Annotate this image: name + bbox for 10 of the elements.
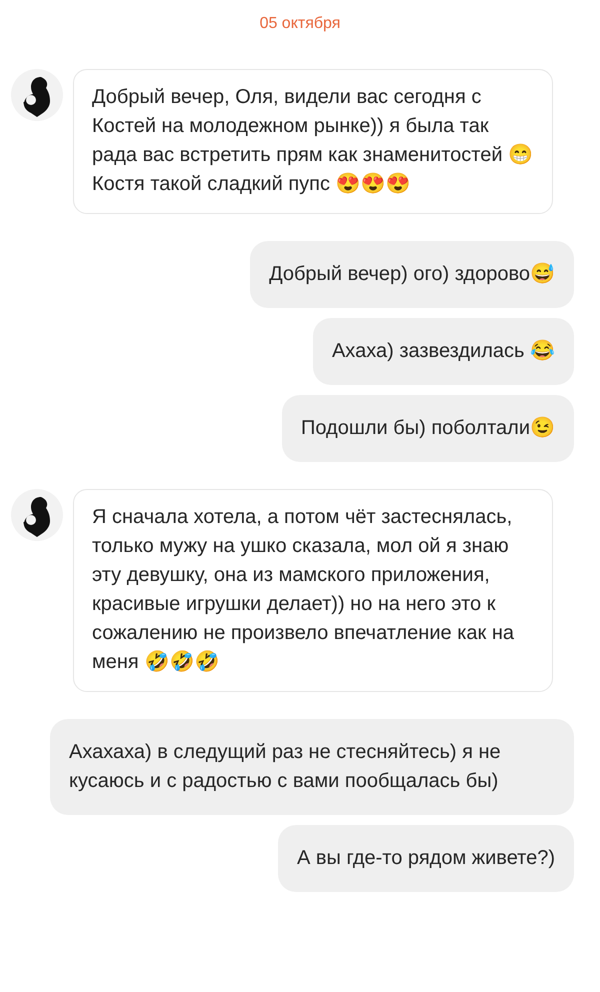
message-bubble: Ахаха) зазвездилась 😂 (312, 318, 574, 385)
avatar (11, 69, 63, 121)
message-bubble: Ахахаха) в следущий раз не стесняйтесь) я не кусаюсь и с радостью с вами пообщалась бы) (50, 719, 574, 815)
message-bubble: Я сначала хотела, а потом чёт застеснялась, только мужу на ушко сказала, мол ой я знаю эту девушку, она из мамского приложения, красивые игрушки делает)) но на него это к сожалению не произвело впечатление как на меня 🤣🤣🤣 (73, 489, 553, 692)
message-bubble: А вы где-то рядом живете?) (278, 825, 574, 892)
message-bubble: Добрый вечер) ого) здорово😅 (250, 241, 574, 308)
message-bubble: Подошли бы) поболтали😉 (282, 395, 574, 462)
message-bubble: Добрый вечер, Оля, видели вас сегодня с Костей на молодежном рынке)) я была так рада вас встретить прям как знаменитостей 😁Костя такой сладкий пупс 😍😍😍 (73, 69, 553, 214)
date-label: 05 октября (260, 14, 340, 34)
avatar (11, 489, 63, 541)
